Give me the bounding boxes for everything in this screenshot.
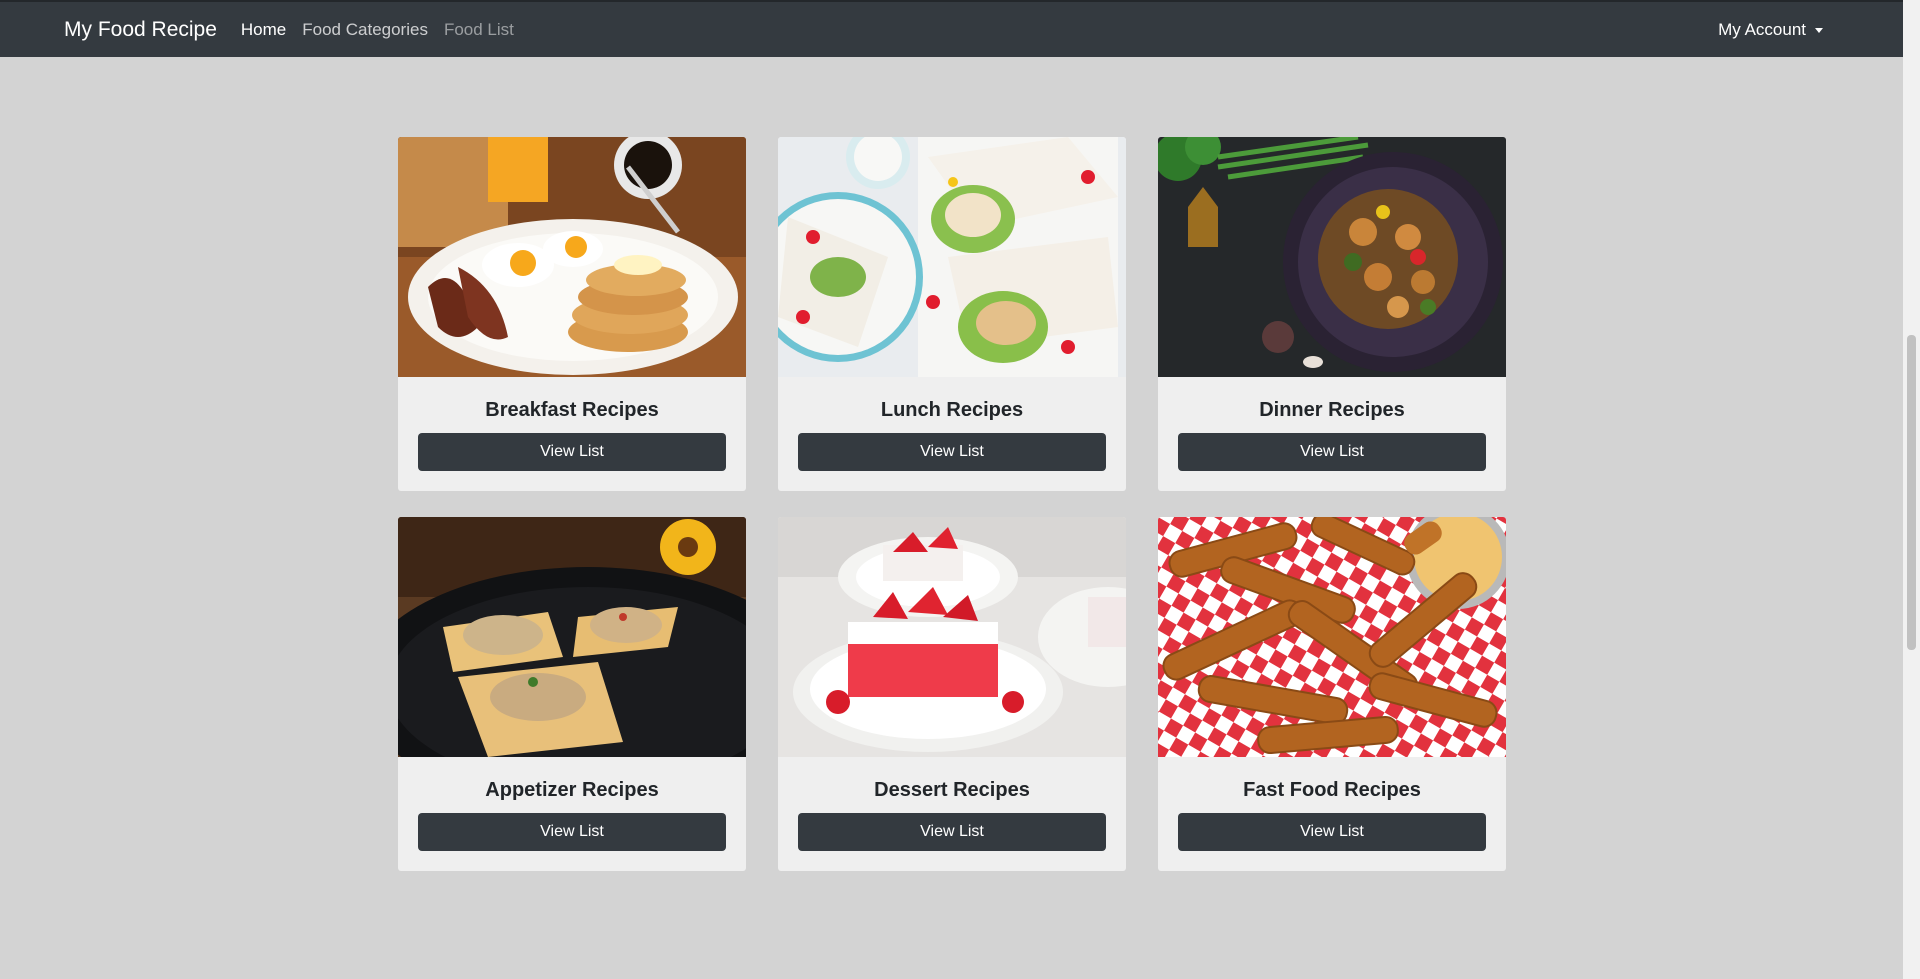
my-account-dropdown[interactable]: My Account	[1718, 20, 1823, 40]
category-grid: Breakfast Recipes View List Lunch Recipe…	[398, 137, 1506, 871]
view-list-button-dinner[interactable]: View List	[1178, 433, 1486, 471]
category-card-appetizer: Appetizer Recipes View List	[398, 517, 746, 871]
view-list-button-lunch[interactable]: View List	[798, 433, 1106, 471]
view-list-button-fast-food[interactable]: View List	[1178, 813, 1486, 851]
view-list-button-breakfast[interactable]: View List	[418, 433, 726, 471]
page-scrollbar[interactable]	[1903, 0, 1920, 979]
card-title: Dinner Recipes	[1259, 399, 1405, 421]
category-card-breakfast: Breakfast Recipes View List	[398, 137, 746, 491]
category-card-lunch: Lunch Recipes View List	[778, 137, 1126, 491]
top-navbar: My Food Recipe Home Food Categories Food…	[0, 0, 1903, 57]
dinner-image	[1158, 137, 1506, 377]
my-account-label: My Account	[1718, 19, 1806, 39]
card-title: Lunch Recipes	[880, 399, 1024, 421]
view-list-button-dessert[interactable]: View List	[798, 813, 1106, 851]
category-card-dinner: Dinner Recipes View List	[1158, 137, 1506, 491]
caret-down-icon	[1815, 28, 1823, 33]
card-title: Breakfast Recipes	[485, 399, 659, 421]
nav-food-categories-link[interactable]: Food Categories	[302, 20, 428, 40]
breakfast-image	[398, 137, 746, 377]
card-title: Fast Food Recipes	[1243, 779, 1421, 801]
nav-food-list-link[interactable]: Food List	[444, 20, 514, 40]
card-title: Appetizer Recipes	[485, 779, 659, 801]
appetizer-image	[398, 517, 746, 757]
fast-food-image	[1158, 517, 1506, 757]
category-card-fast-food: Fast Food Recipes View List	[1158, 517, 1506, 871]
dessert-image	[778, 517, 1126, 757]
view-list-button-appetizer[interactable]: View List	[418, 813, 726, 851]
nav-home-link[interactable]: Home	[241, 20, 286, 40]
lunch-image	[778, 137, 1126, 377]
card-title: Dessert Recipes	[874, 779, 1030, 801]
brand-logo-link[interactable]: My Food Recipe	[64, 18, 217, 42]
category-card-dessert: Dessert Recipes View List	[778, 517, 1126, 871]
scrollbar-thumb[interactable]	[1907, 335, 1916, 650]
